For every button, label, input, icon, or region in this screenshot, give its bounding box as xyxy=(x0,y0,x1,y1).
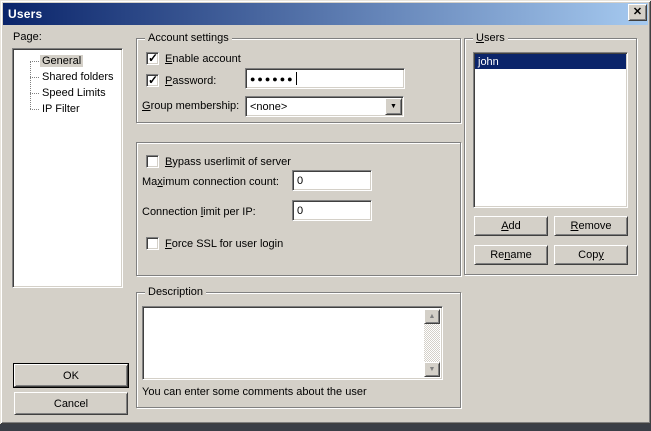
connection-limit-per-ip-label: Connection limit per IP: xyxy=(142,206,256,218)
users-listbox[interactable]: john xyxy=(473,52,628,208)
tree-item-speed-limits[interactable]: Speed Limits xyxy=(13,85,122,101)
scroll-up-button[interactable]: ▲ xyxy=(424,309,440,324)
description-textarea[interactable]: ▲ ▼ xyxy=(142,306,443,380)
tree-item-ip-filter[interactable]: IP Filter xyxy=(13,101,122,117)
group-membership-label: Group membership: xyxy=(142,100,239,112)
bypass-userlimit-checkbox[interactable] xyxy=(146,155,159,168)
users-dialog: Users ✕ Page: General Shared folders Spe… xyxy=(0,0,651,424)
bypass-userlimit-checkbox-row[interactable]: Bypass userlimit of server xyxy=(146,155,291,168)
chevron-down-icon: ▼ xyxy=(390,103,397,110)
rename-button[interactable]: Rename xyxy=(474,245,548,265)
scroll-down-icon: ▼ xyxy=(429,366,436,373)
enable-account-label: Enable account xyxy=(165,53,241,65)
enable-account-checkbox-row[interactable]: Enable account xyxy=(146,52,241,65)
title-bar[interactable]: Users xyxy=(3,3,648,25)
force-ssl-checkbox-row[interactable]: Force SSL for user login xyxy=(146,237,283,250)
scroll-down-button[interactable]: ▼ xyxy=(424,362,440,377)
force-ssl-label: Force SSL for user login xyxy=(165,238,283,250)
description-title: Description xyxy=(145,286,206,298)
user-name: john xyxy=(478,56,499,68)
group-membership-value: <none> xyxy=(250,101,287,113)
dropdown-button[interactable]: ▼ xyxy=(385,98,402,115)
copy-button[interactable]: Copy xyxy=(554,245,628,265)
password-checkbox-row[interactable]: Password: xyxy=(146,74,216,87)
password-input[interactable]: ●●●●●● xyxy=(245,68,405,89)
enable-account-checkbox[interactable] xyxy=(146,52,159,65)
users-group-title: Users xyxy=(473,32,508,44)
max-connection-count-input[interactable]: 0 xyxy=(292,170,372,191)
description-hint: You can enter some comments about the us… xyxy=(142,386,367,398)
account-settings-title: Account settings xyxy=(145,32,232,44)
text-caret xyxy=(296,72,297,85)
password-label: Password: xyxy=(165,75,216,87)
page-label: Page: xyxy=(13,31,42,43)
window-title: Users xyxy=(8,7,42,21)
page-tree: General Shared folders Speed Limits IP F… xyxy=(12,48,123,288)
force-ssl-checkbox[interactable] xyxy=(146,237,159,250)
description-scrollbar[interactable]: ▲ ▼ xyxy=(424,309,440,377)
max-connection-count-label: Maximum connection count: xyxy=(142,176,279,188)
tree-item-shared-folders[interactable]: Shared folders xyxy=(13,69,122,85)
group-membership-select[interactable]: <none> ▼ xyxy=(245,96,404,117)
connection-limit-per-ip-value: 0 xyxy=(297,205,303,217)
bypass-userlimit-label: Bypass userlimit of server xyxy=(165,156,291,168)
user-list-item[interactable]: john xyxy=(475,54,626,69)
remove-button[interactable]: Remove xyxy=(554,216,628,236)
cancel-button[interactable]: Cancel xyxy=(14,392,128,415)
scroll-up-icon: ▲ xyxy=(429,313,436,320)
connection-limit-per-ip-input[interactable]: 0 xyxy=(292,200,372,221)
add-button[interactable]: Add xyxy=(474,216,548,236)
password-checkbox[interactable] xyxy=(146,74,159,87)
tree-item-general[interactable]: General xyxy=(13,53,122,69)
max-connection-count-value: 0 xyxy=(297,175,303,187)
close-icon: ✕ xyxy=(633,7,642,18)
ok-button[interactable]: OK xyxy=(14,364,128,387)
background-strip xyxy=(0,424,651,431)
password-value: ●●●●●● xyxy=(250,74,295,84)
close-button[interactable]: ✕ xyxy=(628,4,647,21)
